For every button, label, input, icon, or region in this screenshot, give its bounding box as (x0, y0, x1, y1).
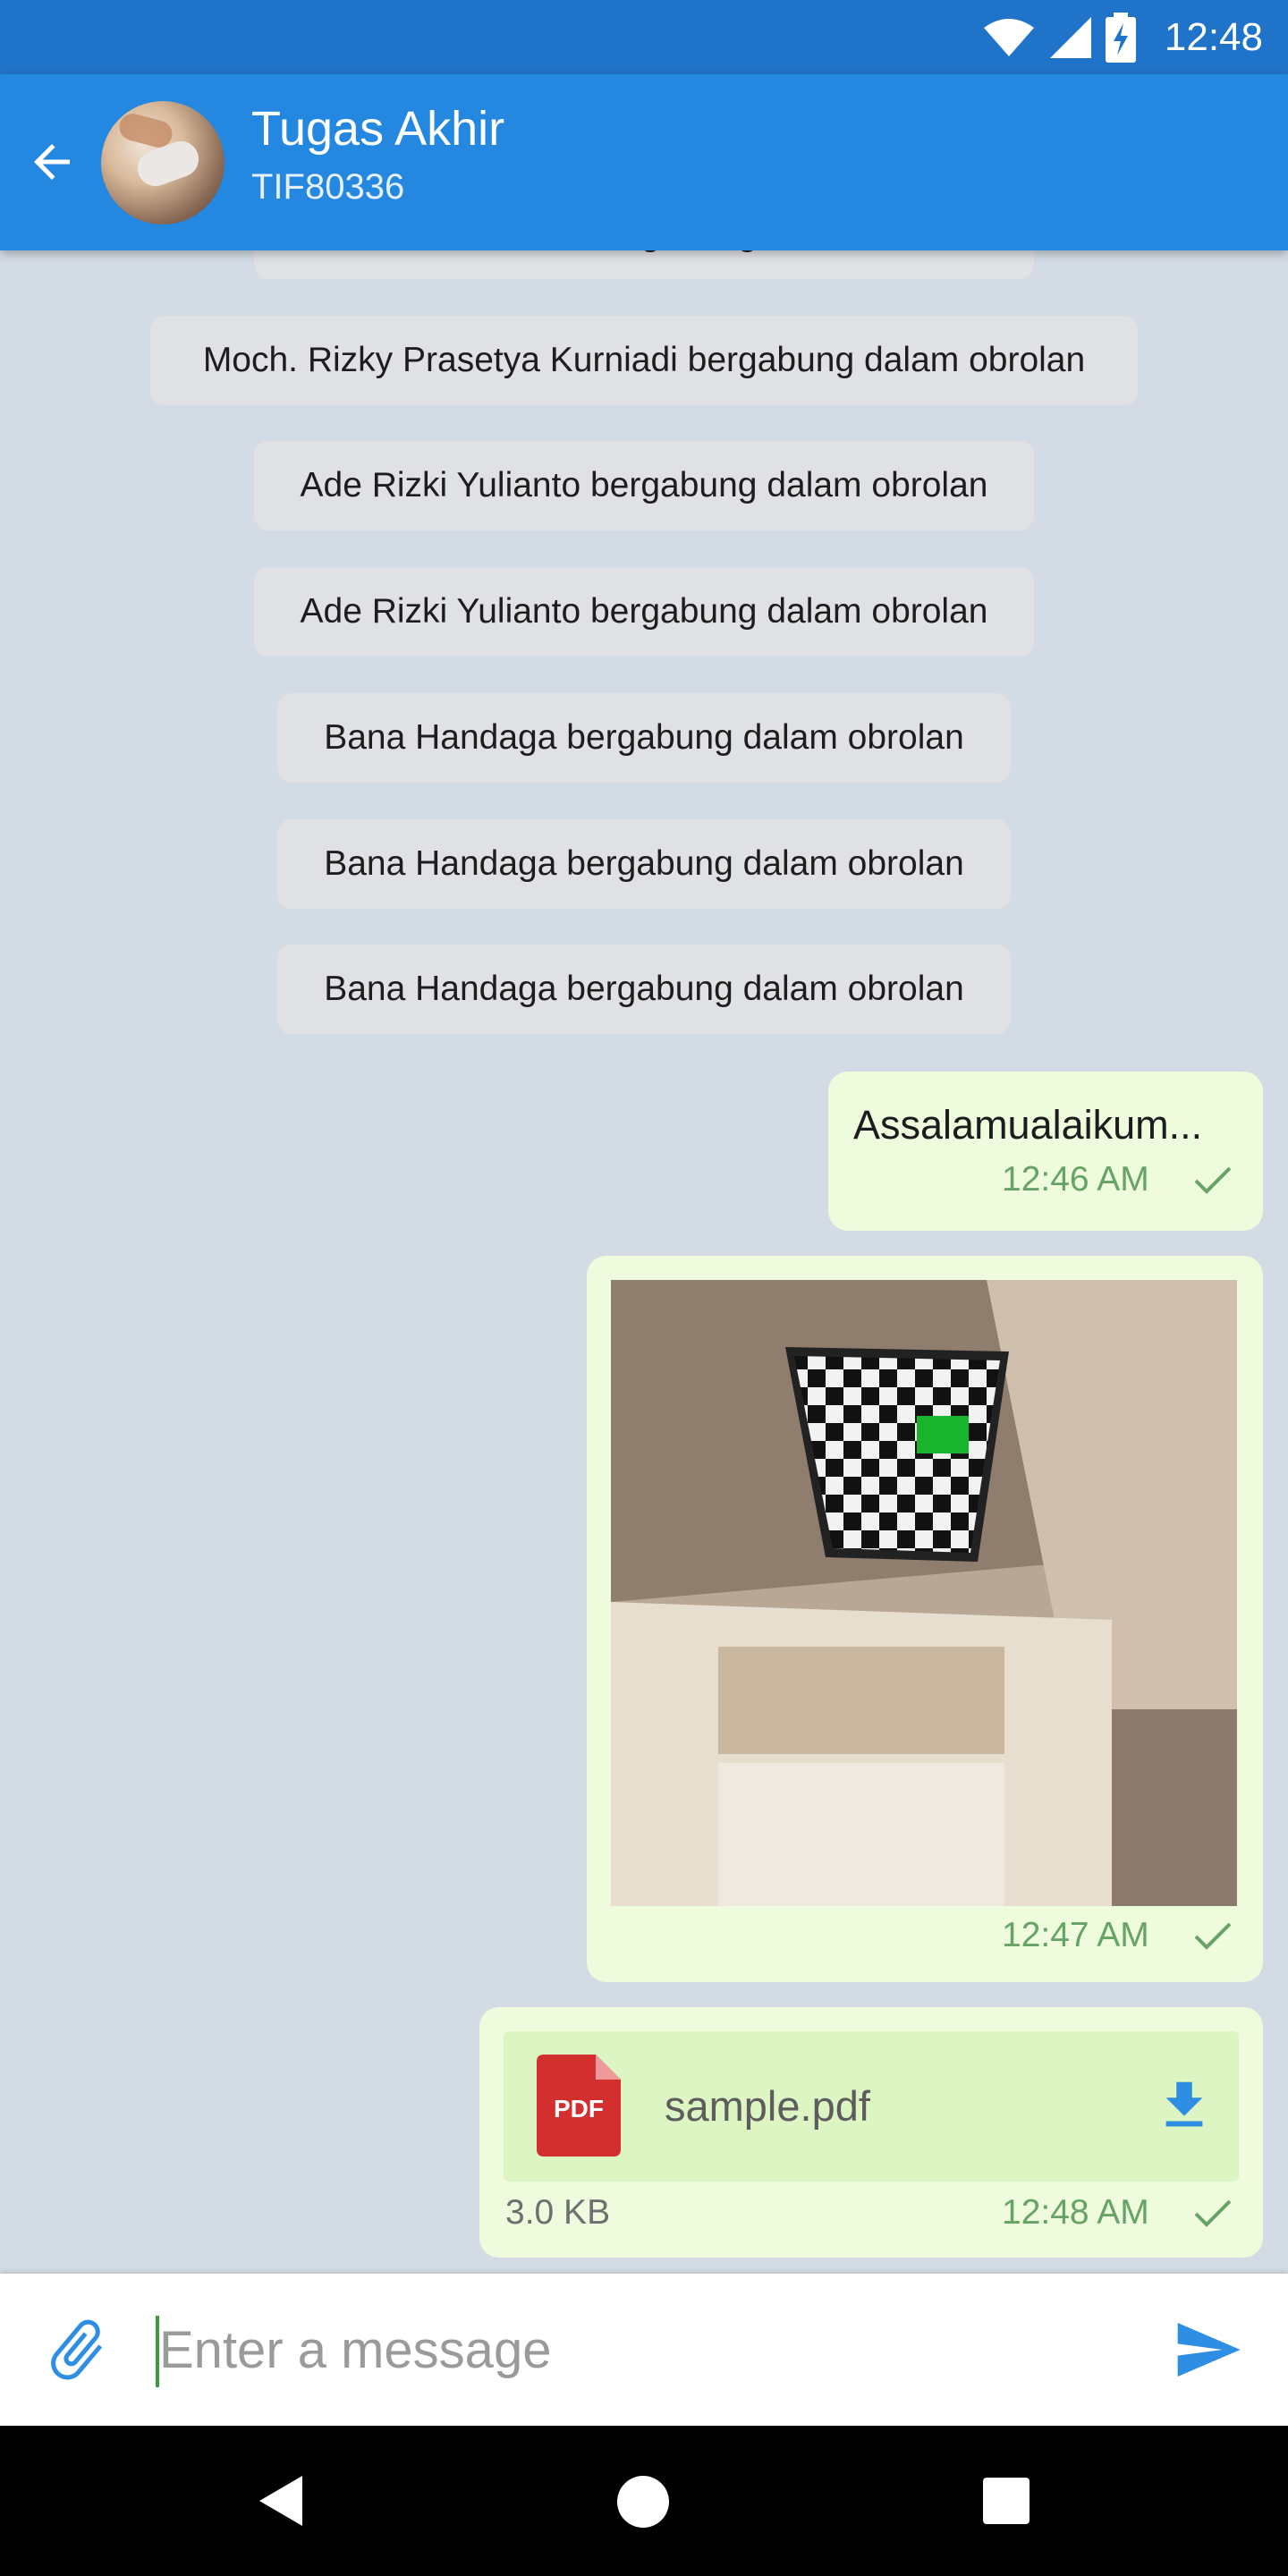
system-message: Bana Handaga bergabung dalam obrolan (277, 693, 1011, 783)
system-nav-bar (0, 2426, 1288, 2576)
wifi-icon (983, 19, 1034, 56)
message-time: 12:46 AM (1002, 1160, 1149, 1199)
nav-back-icon[interactable] (258, 2474, 304, 2528)
system-message: Ade Rizki Yulianto bergabung dalam obrol… (254, 567, 1034, 657)
system-message: Moch. Rizky Prasetya Kurniadi bergabung … (150, 316, 1138, 405)
chat-header: Tugas Akhir TIF80336 (0, 74, 1288, 250)
outgoing-image-message[interactable]: 12:47 AM (587, 1256, 1263, 1982)
check-icon (1194, 1922, 1232, 1950)
message-text: Assalamualaikum... (853, 1102, 1203, 1148)
back-button[interactable] (18, 128, 86, 196)
send-icon[interactable] (1167, 2314, 1248, 2385)
status-icons: 12:48 (982, 13, 1263, 63)
nav-recents-icon[interactable] (983, 2478, 1030, 2524)
message-composer (0, 2274, 1288, 2426)
file-size: 3.0 KB (505, 2193, 611, 2232)
message-time: 12:48 AM (1002, 2193, 1149, 2232)
message-list[interactable]: Ade Rizki Yulianto bergabung dalam obrol… (0, 250, 1288, 2274)
shared-photo[interactable] (611, 1280, 1237, 1906)
check-icon (1194, 1166, 1232, 1194)
system-message: Bana Handaga bergabung dalam obrolan (277, 945, 1011, 1034)
system-message: Bana Handaga bergabung dalam obrolan (277, 819, 1011, 909)
photo-content (611, 1280, 1237, 1906)
chat-title[interactable]: Tugas Akhir (251, 101, 504, 157)
check-icon (1194, 2199, 1232, 2227)
system-message: Ade Rizki Yulianto bergabung dalam obrol… (254, 250, 1034, 279)
arrow-back-icon (34, 144, 70, 180)
chat-subtitle: TIF80336 (251, 167, 405, 207)
outgoing-text-message[interactable]: Assalamualaikum... 12:46 AM (828, 1072, 1263, 1231)
file-attachment[interactable]: PDF sample.pdf (504, 2031, 1239, 2182)
status-bar: 12:48 (0, 0, 1288, 74)
battery-charging-icon (1105, 13, 1136, 63)
pdf-icon-label: PDF (554, 2095, 604, 2123)
pdf-file-icon: PDF (537, 2055, 621, 2157)
nav-home-icon[interactable] (617, 2476, 669, 2528)
file-name: sample.pdf (665, 2082, 870, 2130)
cell-signal-icon (1049, 17, 1091, 58)
message-time: 12:47 AM (1002, 1916, 1149, 1954)
avatar[interactable] (101, 101, 225, 225)
download-icon[interactable] (1153, 2074, 1216, 2137)
system-message: Ade Rizki Yulianto bergabung dalam obrol… (254, 441, 1034, 530)
status-time: 12:48 (1164, 15, 1263, 59)
outgoing-file-message[interactable]: PDF sample.pdf 3.0 KB 12:48 AM (479, 2007, 1263, 2258)
attach-icon[interactable] (41, 2314, 113, 2385)
message-input[interactable] (159, 2309, 1125, 2390)
